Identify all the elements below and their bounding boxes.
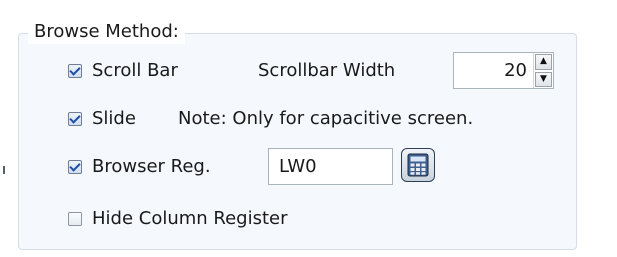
- left-edge-mark: [3, 166, 5, 174]
- scrollbar-width-stepper[interactable]: 20 ▲ ▼: [453, 52, 554, 89]
- browser-reg-checkbox[interactable]: [68, 159, 82, 174]
- slide-note: Note: Only for capacitive screen.: [178, 108, 474, 129]
- calculator-button[interactable]: [401, 148, 435, 182]
- slide-option[interactable]: Slide: [68, 108, 136, 129]
- browser-reg-label: Browser Reg.: [92, 156, 211, 177]
- calculator-icon: [407, 153, 429, 177]
- hide-column-register-label: Hide Column Register: [92, 208, 288, 229]
- scrollbar-width-label: Scrollbar Width: [258, 60, 396, 81]
- hide-column-register-checkbox[interactable]: [68, 211, 82, 226]
- hide-column-register-option[interactable]: Hide Column Register: [68, 208, 288, 229]
- scroll-bar-label: Scroll Bar: [92, 60, 178, 81]
- spin-up-arrow-icon[interactable]: ▲: [535, 54, 552, 70]
- browser-reg-option[interactable]: Browser Reg.: [68, 156, 211, 177]
- slide-checkbox[interactable]: [68, 111, 82, 126]
- scroll-bar-checkbox[interactable]: [68, 63, 82, 78]
- browse-method-title: Browse Method:: [28, 20, 185, 44]
- spin-down-arrow-icon[interactable]: ▼: [535, 71, 552, 87]
- stepper-buttons: ▲ ▼: [533, 53, 553, 88]
- slide-label: Slide: [92, 108, 136, 129]
- browser-reg-input[interactable]: LW0: [268, 148, 393, 185]
- scroll-bar-option[interactable]: Scroll Bar: [68, 60, 178, 81]
- scrollbar-width-value[interactable]: 20: [454, 53, 533, 88]
